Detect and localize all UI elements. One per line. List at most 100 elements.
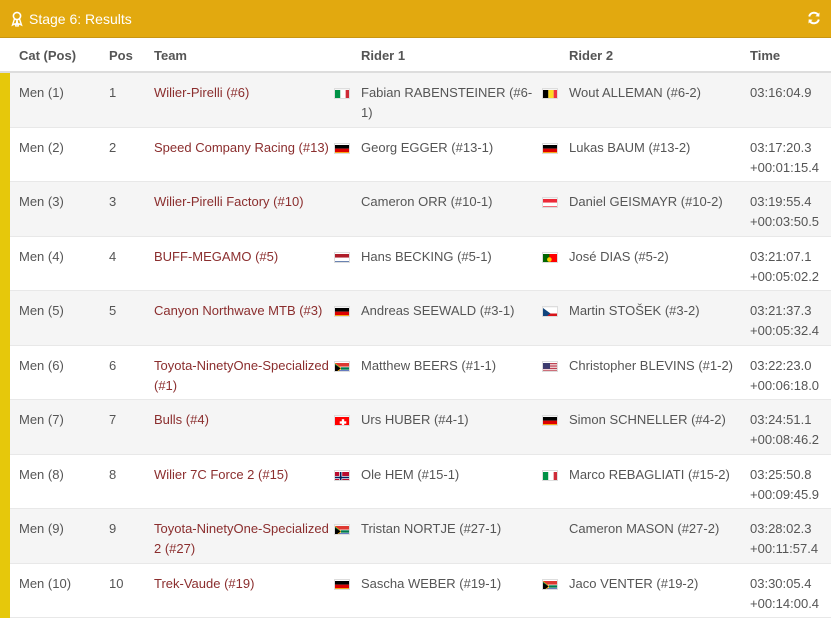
time-cell: 03:28:02.3 +00:11:57.4 (750, 519, 830, 559)
team-link[interactable]: Canyon Northwave MTB (#3) (154, 301, 329, 321)
finish-time: 03:16:04.9 (750, 85, 812, 100)
category-position: Men (9) (19, 521, 64, 536)
finish-time: 03:19:55.4 (750, 194, 812, 209)
time-cell: 03:21:37.3 +00:05:32.4 (750, 301, 830, 341)
country-flag-icon (334, 142, 350, 154)
category-position: Men (7) (19, 412, 64, 427)
finish-time: 03:21:37.3 (750, 303, 812, 318)
overall-position: 9 (109, 521, 117, 536)
team-link[interactable]: Trek-Vaude (#19) (154, 574, 329, 594)
overall-position: 10 (109, 575, 124, 591)
category-position: Men (8) (19, 466, 64, 482)
team-link[interactable]: Wilier-Pirelli (#6) (154, 83, 329, 103)
finish-time: 03:17:20.3 (750, 139, 812, 155)
col-header-rider1[interactable]: Rider 1 (361, 48, 405, 63)
team-link[interactable]: Speed Company Racing (#13) (154, 138, 329, 158)
category-position: Men (5) (19, 303, 64, 318)
rider2-name: Martin STOŠEK (#3-2) (569, 303, 700, 318)
time-gap: +00:03:50.5 (750, 214, 820, 229)
team-link[interactable]: Wilier 7C Force 2 (#15) (154, 465, 329, 485)
rider2-name: Simon SCHNELLER (#4-2) (569, 412, 726, 427)
table-row: Men (7) 7 Bulls (#4) Urs HUBER (#4-1) Simon … (10, 400, 831, 455)
country-flag-icon (334, 88, 350, 99)
country-flag-icon (334, 469, 350, 481)
country-flag-icon (542, 251, 558, 263)
col-header-rider2[interactable]: Rider 2 (569, 48, 613, 63)
overall-position: 2 (109, 139, 117, 155)
country-flag-icon (542, 197, 558, 208)
time-cell: 03:24:51.1 +00:08:46.2 (750, 410, 830, 450)
country-flag-icon (334, 578, 350, 590)
time-cell: 03:16:04.9 (750, 83, 830, 103)
rider2-name: Wout ALLEMAN (#6-2) (569, 85, 701, 100)
team-link[interactable]: BUFF-MEGAMO (#5) (154, 247, 329, 267)
team-link[interactable]: Toyota-NinetyOne-Specialized 2 (#27) (154, 519, 329, 559)
table-row: Men (6) 6 Toyota-NinetyOne-Specialized (#1… (10, 346, 831, 400)
category-position: Men (1) (19, 85, 64, 100)
overall-position: 4 (109, 248, 117, 264)
rider1-name: Matthew BEERS (#1-1) (361, 357, 497, 373)
rider1-name: Hans BECKING (#5-1) (361, 248, 492, 264)
rider1-name: Cameron ORR (#10-1) (361, 194, 493, 209)
category-position: Men (4) (19, 248, 64, 264)
rider1-name: Urs HUBER (#4-1) (361, 412, 469, 427)
team-link[interactable]: Bulls (#4) (154, 410, 329, 430)
col-header-pos[interactable]: Pos (109, 48, 133, 63)
overall-position: 3 (109, 194, 117, 209)
country-flag-icon (334, 306, 350, 317)
finish-time: 03:28:02.3 (750, 521, 812, 536)
table-row: Men (9) 9 Toyota-NinetyOne-Specialized 2 (… (10, 509, 831, 564)
time-cell: 03:30:05.4 +00:14:00.4 (750, 574, 830, 614)
time-gap: +00:14:00.4 (750, 595, 820, 611)
time-cell: 03:25:50.8 +00:09:45.9 (750, 465, 830, 505)
country-flag-icon (334, 524, 350, 535)
country-flag-icon (334, 360, 350, 372)
category-accent-bar (0, 73, 10, 618)
time-gap: +00:01:15.4 (750, 159, 820, 175)
col-header-time[interactable]: Time (750, 48, 780, 63)
finish-time: 03:25:50.8 (750, 466, 812, 482)
rider1-name: Andreas SEEWALD (#3-1) (361, 303, 515, 318)
country-flag-icon (334, 415, 350, 426)
time-gap: +00:09:45.9 (750, 486, 820, 502)
country-flag-icon (542, 88, 558, 99)
table-row: Men (8) 8 Wilier 7C Force 2 (#15) Ole HEM (… (10, 455, 831, 509)
overall-position: 7 (109, 412, 117, 427)
time-cell: 03:22:23.0 +00:06:18.0 (750, 356, 830, 396)
rider1-name: Tristan NORTJE (#27-1) (361, 521, 502, 536)
time-cell: 03:21:07.1 +00:05:02.2 (750, 247, 830, 287)
rider2-name: Marco REBAGLIATI (#15-2) (569, 466, 730, 482)
category-position: Men (2) (19, 139, 64, 155)
finish-time: 03:30:05.4 (750, 575, 812, 591)
table-header: Cat (Pos) Pos Team Rider 1 Rider 2 Time (0, 38, 831, 73)
finish-time: 03:24:51.1 (750, 412, 812, 427)
team-link[interactable]: Wilier-Pirelli Factory (#10) (154, 192, 329, 212)
time-cell: 03:19:55.4 +00:03:50.5 (750, 192, 830, 232)
country-flag-icon (542, 360, 558, 372)
table-row: Men (4) 4 BUFF-MEGAMO (#5) Hans BECKING (#5… (10, 237, 831, 291)
country-flag-icon (542, 469, 558, 481)
country-flag-icon (542, 142, 558, 154)
team-link[interactable]: Toyota-NinetyOne-Specialized (#1) (154, 356, 329, 396)
category-position: Men (3) (19, 194, 64, 209)
table-row: Men (5) 5 Canyon Northwave MTB (#3) Andreas… (10, 291, 831, 346)
time-gap: +00:08:46.2 (750, 432, 820, 447)
rider2-name: Daniel GEISMAYR (#10-2) (569, 194, 723, 209)
col-header-team[interactable]: Team (154, 48, 187, 63)
time-cell: 03:17:20.3 +00:01:15.4 (750, 138, 830, 178)
time-gap: +00:06:18.0 (750, 377, 820, 393)
overall-position: 1 (109, 85, 117, 100)
overall-position: 6 (109, 357, 117, 373)
rider2-name: José DIAS (#5-2) (569, 248, 669, 264)
refresh-icon[interactable] (807, 11, 821, 25)
col-header-cat[interactable]: Cat (Pos) (19, 48, 76, 63)
table-row: Men (2) 2 Speed Company Racing (#13) Georg … (10, 128, 831, 182)
category-position: Men (10) (19, 575, 72, 591)
table-row: Men (3) 3 Wilier-Pirelli Factory (#10) Came… (10, 182, 831, 237)
time-gap: +00:11:57.4 (750, 541, 819, 556)
table-row: Men (10) 10 Trek-Vaude (#19) Sascha WEBER (… (10, 564, 831, 618)
rider2-name: Lukas BAUM (#13-2) (569, 139, 691, 155)
rider1-name: Ole HEM (#15-1) (361, 466, 460, 482)
rider1-name: Sascha WEBER (#19-1) (361, 575, 502, 591)
country-flag-icon (542, 578, 558, 590)
